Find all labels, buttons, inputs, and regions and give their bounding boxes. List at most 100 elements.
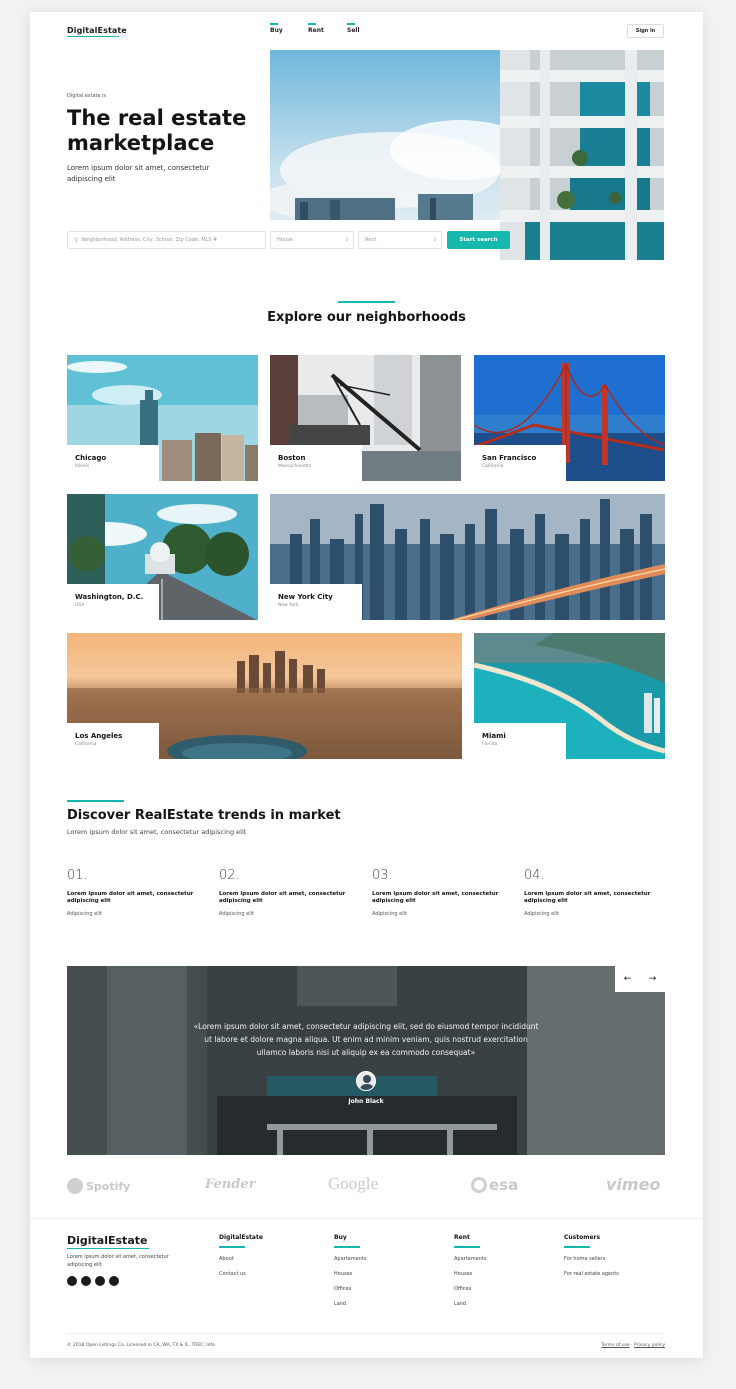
esa-logo: esa [471,1176,518,1194]
spotify-text: Spotify [86,1179,131,1193]
trend-item: 02. Lorem ipsum dolor sit amet, consecte… [219,868,364,917]
property-type-select[interactable]: House ⇕ [270,231,354,249]
hero-title-line2: marketplace [67,131,215,155]
city-label: Washington, D.C. USA [67,584,159,620]
next-arrow-icon[interactable]: → [640,966,665,992]
facebook-icon[interactable] [95,1276,105,1286]
footer-link[interactable]: Offices [334,1286,366,1292]
esa-icon [471,1177,487,1193]
nav-sell[interactable]: Sell [347,27,360,34]
privacy-link[interactable]: Privacy policy [634,1343,665,1348]
legal-links: Terms of use · Privacy policy [570,1343,665,1348]
trend-number: 03. [372,868,393,883]
city-state: New York [278,603,299,608]
footer-link[interactable]: For real estate agents [564,1271,619,1277]
trend-note: Adipiscing elit [372,911,407,917]
author-name: John Black [348,1098,384,1105]
footer-bottom-divider [67,1333,665,1334]
footer-column-rent: Rent Apartaments Houses Offices Land [454,1234,486,1307]
hero-subtitle-line1: Lorem ipsum dolor sit amet, consectetur [67,164,210,172]
city-name: Miami [482,732,506,740]
city-card-los-angeles[interactable]: Los Angeles California [67,633,462,759]
listing-mode-select[interactable]: Rent ⇕ [358,231,442,249]
trend-text-line2: adipiscing elit [524,898,568,904]
search-placeholder: Neighborhood, Address, City, School, Zip… [81,237,218,243]
search-input[interactable]: ⚲ Neighborhood, Address, City, School, Z… [67,231,266,249]
footer-link[interactable]: Apartaments [334,1256,366,1262]
city-card-san-francisco[interactable]: San Francisco California [474,355,665,481]
start-search-button[interactable]: Start search [447,231,510,249]
footer-column-buy: Buy Apartaments Houses Offices Land [334,1234,366,1307]
city-card-miami[interactable]: Miami Florida [474,633,665,759]
fender-logo: Fender [205,1177,256,1192]
author-avatar [356,1071,376,1091]
city-label: Los Angeles California [67,723,159,759]
footer-column-title: Customers [564,1234,601,1241]
city-state: California [75,742,97,747]
footer-logo[interactable]: DigitalEstate [67,1234,149,1249]
testimonial-slider: «Lorem ipsum dolor sit amet, consectetur… [67,966,665,1155]
sign-in-button[interactable]: Sign in [627,24,664,38]
city-card-boston[interactable]: Boston Massachusetts [270,355,461,481]
footer-column-title: DigitalEstate [219,1234,263,1241]
hero-title-line1: The real estate [67,106,247,130]
kitchen-image [67,966,665,1155]
city-card-washington-dc[interactable]: Washington, D.C. USA [67,494,258,620]
city-state: California [482,464,504,469]
footer-link[interactable]: Contact us [219,1271,263,1277]
search-icon: ⚲ [74,236,79,244]
esa-text: esa [489,1176,519,1194]
trend-number: 04. [524,868,545,883]
footer-link[interactable]: Houses [454,1271,486,1277]
property-type-value: House [277,237,293,243]
footer-link[interactable]: Apartaments [454,1256,486,1262]
select-arrows-icon: ⇕ [344,237,349,243]
city-name: San Francisco [482,454,537,462]
nav-rent[interactable]: Rent [308,27,324,34]
footer-column-customers: Customers For home sellers For real esta… [564,1234,619,1277]
footer-link[interactable]: For home sellers [564,1256,619,1262]
hero-eyebrow: Digital estate is [67,93,107,99]
header-logo[interactable]: DigitalEstate [67,26,127,37]
footer-about-line2: adipiscing elit [67,1262,102,1268]
trend-item: 01. Lorem ipsum dolor sit amet, consecte… [67,868,212,917]
quote-line3: ullamco laboris nisi ut aliquip ex ea co… [256,1048,476,1057]
trend-text-line1: Lorem ipsum dolor sit amet, consectetur [372,891,499,897]
footer-link[interactable]: Houses [334,1271,366,1277]
hero-image [270,50,664,260]
prev-arrow-icon[interactable]: ← [615,966,640,992]
footer-link[interactable]: About [219,1256,263,1262]
copyright: © 2018 Open Listings Co. Licensed in CA,… [67,1343,215,1348]
footer-link[interactable]: Offices [454,1286,486,1292]
footer-link[interactable]: Land [334,1301,366,1307]
pinterest-icon[interactable] [81,1276,91,1286]
footer-link[interactable]: Land [454,1301,486,1307]
trend-note: Adipiscing elit [219,911,254,917]
trend-text-line2: adipiscing elit [67,898,111,904]
section-accent-bar [67,800,124,802]
trend-number: 01. [67,868,88,883]
footer-divider [30,1218,703,1219]
nav-buy[interactable]: Buy [270,27,283,34]
instagram-icon[interactable] [109,1276,119,1286]
footer-logo-text: DigitalEstate [67,1234,148,1247]
hero-title: The real estate marketplace [67,106,246,156]
trend-note: Adipiscing elit [524,911,559,917]
city-name: Chicago [75,454,107,462]
city-card-chicago[interactable]: Chicago Illinois [67,355,258,481]
trend-text-line1: Lorem ipsum dolor sit amet, consectetur [219,891,346,897]
spotify-icon [67,1178,83,1194]
terms-link[interactable]: Terms of use [601,1343,629,1348]
hero-subtitle: Lorem ipsum dolor sit amet, consectetur … [67,163,209,185]
twitter-icon[interactable] [67,1276,77,1286]
vimeo-logo: vimeo [606,1175,661,1194]
social-icons [67,1276,119,1286]
city-card-new-york-city[interactable]: New York City New York [270,494,665,620]
page-card: DigitalEstate Buy Rent Sell Sign in Digi… [30,12,703,1358]
city-state: Massachusetts [278,464,312,469]
google-logo: Google [328,1174,379,1193]
city-label: Miami Florida [474,723,566,759]
trends-title: Discover RealEstate trends in market [67,808,341,823]
testimonial-quote: «Lorem ipsum dolor sit amet, consectetur… [67,1020,665,1059]
select-arrows-icon: ⇕ [432,237,437,243]
